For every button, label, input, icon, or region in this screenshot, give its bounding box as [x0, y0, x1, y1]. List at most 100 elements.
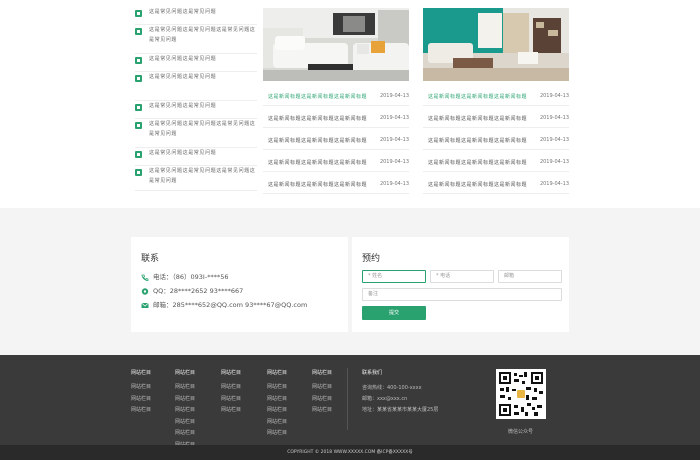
faq-text: 这是常见问题这是常见问题 — [149, 9, 217, 15]
footer-link[interactable]: 网站栏目 — [267, 395, 287, 402]
footer-column-heading: 网站栏目 — [175, 370, 196, 376]
footer-link[interactable]: 网站栏目 — [267, 406, 287, 413]
phone-input[interactable]: * 电话 — [430, 270, 494, 283]
question-icon — [135, 28, 142, 35]
news-title[interactable]: 这是新闻标题这是新闻标题这是新闻标题 — [428, 137, 527, 144]
news-item[interactable]: 这是新闻标题这是新闻标题这是新闻标题 2019-04-13 — [423, 154, 569, 172]
news-date: 2019-04-13 — [539, 159, 569, 165]
footer-email: 邮箱：xxx@xxx.cn — [362, 396, 408, 402]
footer-divider — [347, 368, 348, 430]
news-date: 2019-04-13 — [539, 115, 569, 121]
news-date: 2019-04-13 — [539, 93, 569, 99]
news-title[interactable]: 这是新闻标题这是新闻标题这是新闻标题 — [428, 93, 527, 100]
news-photo-living-room-teal[interactable] — [423, 8, 569, 81]
footer-link[interactable]: 网站栏目 — [267, 418, 287, 425]
email-input[interactable]: 邮箱 — [498, 270, 562, 283]
question-icon — [135, 75, 142, 82]
news-item[interactable]: 这是新闻标题这是新闻标题这是新闻标题 2019-04-13 — [423, 110, 569, 128]
footer-link[interactable]: 网站栏目 — [131, 406, 151, 413]
booking-title: 预约 — [362, 254, 381, 264]
footer-link[interactable]: 网站栏目 — [267, 383, 287, 390]
footer-link[interactable]: 网站栏目 — [175, 429, 195, 436]
faq-text: 这是常见问题这是常见问题 — [149, 74, 217, 80]
footer-link[interactable]: 网站栏目 — [175, 418, 195, 425]
contact-email: 邮箱：285****652@QQ.com 93****67@QQ.com — [141, 299, 307, 309]
footer-link[interactable]: 网站栏目 — [131, 395, 151, 402]
footer-hotline: 咨询热线：400-100-xxxx — [362, 385, 422, 391]
news-title[interactable]: 这是新闻标题这是新闻标题这是新闻标题 — [428, 115, 527, 122]
faq-item[interactable]: 这是常见问题这是常见问题这是常见问题这是常见问题 — [135, 120, 257, 148]
phone-icon — [141, 274, 149, 281]
contact-title: 联系 — [141, 254, 160, 264]
news-date: 2019-04-13 — [379, 137, 409, 143]
news-title[interactable]: 这是新闻标题这是新闻标题这是新闻标题 — [268, 115, 367, 122]
contact-qq: QQ：28****2652 93****667 — [141, 285, 243, 295]
mail-icon — [141, 302, 149, 309]
footer-column-heading: 网站栏目 — [312, 370, 333, 376]
news-item[interactable]: 这是新闻标题这是新闻标题这是新闻标题 2019-04-13 — [423, 176, 569, 194]
news-title[interactable]: 这是新闻标题这是新闻标题这是新闻标题 — [428, 181, 527, 188]
news-date: 2019-04-13 — [379, 93, 409, 99]
news-date: 2019-04-13 — [539, 137, 569, 143]
faq-item[interactable]: 这是常见问题这是常见问题 — [135, 8, 257, 25]
note-input[interactable]: 备注 — [362, 288, 562, 301]
news-item[interactable]: 这是新闻标题这是新闻标题这是新闻标题 2019-04-13 — [263, 88, 409, 106]
footer-link[interactable]: 网站栏目 — [312, 406, 332, 413]
faq-item[interactable]: 这是常见问题这是常见问题 — [135, 55, 257, 72]
question-icon — [135, 122, 142, 129]
footer-link[interactable]: 网站栏目 — [267, 429, 287, 436]
question-icon — [135, 151, 142, 158]
news-item[interactable]: 这是新闻标题这是新闻标题这是新闻标题 2019-04-13 — [263, 132, 409, 150]
news-item[interactable]: 这是新闻标题这是新闻标题这是新闻标题 2019-04-13 — [263, 110, 409, 128]
footer-link[interactable]: 网站栏目 — [312, 395, 332, 402]
footer-link[interactable]: 网站栏目 — [131, 383, 151, 390]
news-item[interactable]: 这是新闻标题这是新闻标题这是新闻标题 2019-04-13 — [263, 154, 409, 172]
news-date: 2019-04-13 — [539, 181, 569, 187]
qr-caption: 微信公众号 — [508, 429, 534, 435]
news-item[interactable]: 这是新闻标题这是新闻标题这是新闻标题 2019-04-13 — [423, 132, 569, 150]
news-date: 2019-04-13 — [379, 181, 409, 187]
news-title[interactable]: 这是新闻标题这是新闻标题这是新闻标题 — [268, 159, 367, 166]
news-title[interactable]: 这是新闻标题这是新闻标题这是新闻标题 — [268, 137, 367, 144]
footer-link[interactable]: 网站栏目 — [175, 395, 195, 402]
contact-qq-text: QQ：28****2652 93****667 — [153, 287, 244, 295]
footer-link[interactable]: 网站栏目 — [312, 383, 332, 390]
faq-item[interactable]: 这是常见问题这是常见问题 — [135, 149, 257, 166]
news-item[interactable]: 这是新闻标题这是新闻标题这是新闻标题 2019-04-13 — [423, 88, 569, 106]
footer-link[interactable]: 网站栏目 — [221, 395, 241, 402]
contact-booking-section — [0, 208, 700, 355]
news-title[interactable]: 这是新闻标题这是新闻标题这是新闻标题 — [268, 93, 367, 100]
footer-link[interactable]: 网站栏目 — [221, 383, 241, 390]
faq-item[interactable]: 这是常见问题这是常见问题这是常见问题这是常见问题 — [135, 26, 257, 54]
question-icon — [135, 57, 142, 64]
footer-link[interactable]: 网站栏目 — [221, 406, 241, 413]
news-date: 2019-04-13 — [379, 115, 409, 121]
faq-item[interactable]: 这是常见问题这是常见问题 — [135, 102, 257, 119]
footer-contact-heading: 联系我们 — [362, 370, 383, 376]
footer-column-heading: 网站栏目 — [131, 370, 152, 376]
question-icon — [135, 104, 142, 111]
faq-item[interactable]: 这是常见问题这是常见问题 — [135, 73, 257, 101]
news-date: 2019-04-13 — [379, 159, 409, 165]
news-photo-living-room-white[interactable] — [263, 8, 409, 81]
news-title[interactable]: 这是新闻标题这是新闻标题这是新闻标题 — [268, 181, 367, 188]
footer-address: 地址：某某省某某市某某大厦25层 — [362, 407, 439, 413]
footer-link[interactable]: 网站栏目 — [175, 383, 195, 390]
contact-phone: 电话：（86）093I-****56 — [141, 271, 228, 281]
news-title[interactable]: 这是新闻标题这是新闻标题这是新闻标题 — [428, 159, 527, 166]
footer — [0, 355, 700, 445]
contact-card: 联系 电话：（86）093I-****56 QQ：28****2652 93**… — [131, 237, 348, 332]
question-icon — [135, 10, 142, 17]
contact-email-text: 邮箱：285****652@QQ.com 93****67@QQ.com — [153, 301, 308, 309]
footer-link[interactable]: 网站栏目 — [175, 406, 195, 413]
faq-text: 这是常见问题这是常见问题 — [149, 103, 217, 109]
faq-text: 这是常见问题这是常见问题 — [149, 56, 217, 62]
qq-icon — [141, 287, 149, 295]
footer-column-heading: 网站栏目 — [267, 370, 288, 376]
name-input[interactable]: * 姓名 — [362, 270, 426, 283]
submit-button[interactable]: 提交 — [362, 306, 426, 320]
news-item[interactable]: 这是新闻标题这是新闻标题这是新闻标题 2019-04-13 — [263, 176, 409, 194]
faq-text: 这是常见问题这是常见问题 — [149, 150, 217, 156]
faq-item[interactable]: 这是常见问题这是常见问题这是常见问题这是常见问题 — [135, 167, 257, 191]
question-icon — [135, 169, 142, 176]
